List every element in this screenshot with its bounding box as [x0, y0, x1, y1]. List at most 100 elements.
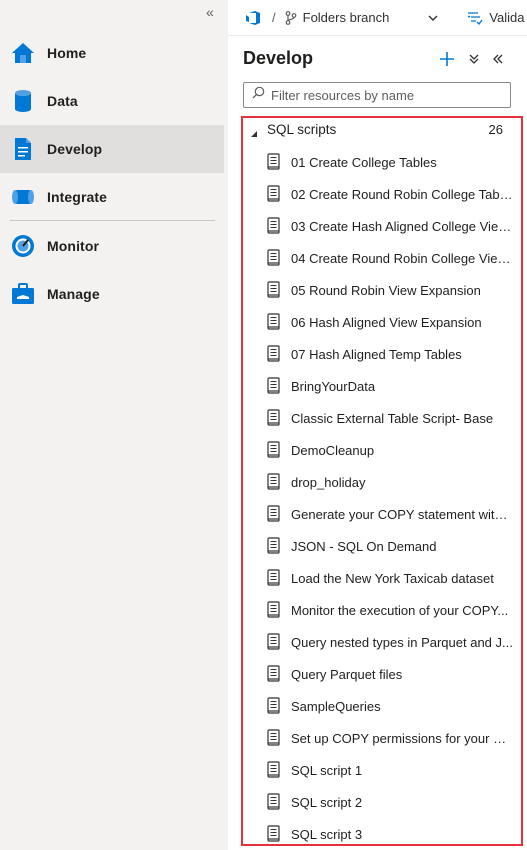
sql-script-name: Load the New York Taxicab dataset [291, 570, 494, 586]
sql-script-name: Set up COPY permissions for your us... [291, 730, 513, 746]
nav-item-integrate[interactable]: Integrate [0, 173, 224, 221]
list-item[interactable]: 03 Create Hash Aligned College Views [264, 210, 519, 242]
sql-script-name: 02 Create Round Robin College Tables [291, 186, 513, 202]
sql-script-icon [267, 249, 283, 267]
validate-button-label[interactable]: Valida [489, 10, 524, 25]
sql-script-icon [267, 825, 283, 843]
sql-script-icon [267, 473, 283, 491]
chevron-down-icon[interactable] [427, 12, 439, 24]
collapse-panel-button[interactable] [489, 50, 507, 68]
list-item[interactable]: Generate your COPY statement with ... [264, 498, 519, 530]
sql-script-icon [267, 537, 283, 555]
sql-script-name: Monitor the execution of your COPY... [291, 602, 509, 618]
sql-script-name: 01 Create College Tables [291, 154, 437, 170]
list-item[interactable]: SQL script 2 [264, 786, 519, 818]
sql-script-icon [267, 377, 283, 395]
section-title: SQL scripts [267, 121, 337, 137]
nav-item-label: Home [47, 45, 87, 61]
nav-item-label: Manage [47, 286, 100, 302]
list-item[interactable]: Classic External Table Script- Base [264, 402, 519, 434]
list-item[interactable]: Monitor the execution of your COPY... [264, 594, 519, 626]
sql-script-icon [267, 313, 283, 331]
sql-script-icon [267, 697, 283, 715]
nav-item-data[interactable]: Data [0, 77, 224, 125]
sql-script-icon [267, 729, 283, 747]
nav-item-label: Monitor [47, 238, 100, 254]
sql-script-name: DemoCleanup [291, 442, 375, 458]
sql-script-name: Query Parquet files [291, 666, 403, 682]
list-item[interactable]: SampleQueries [264, 690, 519, 722]
sql-script-name: 07 Hash Aligned Temp Tables [291, 346, 462, 362]
caret-down-icon[interactable] [250, 125, 258, 137]
list-item[interactable]: 01 Create College Tables [264, 146, 519, 178]
nav-item-home[interactable]: Home [0, 29, 224, 77]
nav-item-label: Integrate [47, 189, 108, 205]
branch-icon [285, 10, 297, 25]
breadcrumb: / Folders branch Valida [228, 0, 527, 36]
add-resource-button[interactable] [438, 50, 456, 68]
list-item[interactable]: 05 Round Robin View Expansion [264, 274, 519, 306]
search-icon [252, 86, 265, 104]
list-item[interactable]: Load the New York Taxicab dataset [264, 562, 519, 594]
home-icon [10, 40, 36, 66]
sql-script-icon [267, 185, 283, 203]
branch-selector-label[interactable]: Folders branch [303, 10, 390, 25]
section-count-badge: 26 [488, 121, 503, 137]
azure-devops-icon[interactable] [245, 10, 261, 26]
sql-script-icon [267, 281, 283, 299]
sql-script-name: drop_holiday [291, 474, 366, 490]
sql-script-name: SampleQueries [291, 698, 381, 714]
collapse-nav-button[interactable]: « [206, 4, 214, 20]
sql-script-name: Classic External Table Script- Base [291, 410, 494, 426]
list-item[interactable]: Query Parquet files [264, 658, 519, 690]
nav-separator [10, 220, 215, 221]
sql-script-icon [267, 409, 283, 427]
nav-item-label: Data [47, 93, 78, 109]
list-item[interactable]: Set up COPY permissions for your us... [264, 722, 519, 754]
list-item[interactable]: 06 Hash Aligned View Expansion [264, 306, 519, 338]
sql-script-icon [267, 601, 283, 619]
sql-script-icon [267, 793, 283, 811]
sql-script-name: SQL script 1 [291, 762, 363, 778]
left-nav: « Home Data Develop Integrate Monitor Ma… [0, 0, 224, 850]
list-item[interactable]: JSON - SQL On Demand [264, 530, 519, 562]
list-item[interactable]: 04 Create Round Robin College Views [264, 242, 519, 274]
filter-input[interactable] [271, 87, 501, 103]
list-item[interactable]: SQL script 1 [264, 754, 519, 786]
sql-script-icon [267, 569, 283, 587]
list-item[interactable]: drop_holiday [264, 466, 519, 498]
sql-script-icon [267, 505, 283, 523]
sql-script-name: BringYourData [291, 378, 376, 394]
sql-script-name: 05 Round Robin View Expansion [291, 282, 481, 298]
list-item[interactable]: DemoCleanup [264, 434, 519, 466]
sql-script-name: Query nested types in Parquet and J... [291, 634, 513, 650]
nav-item-manage[interactable]: Manage [0, 270, 224, 318]
nav-item-label: Develop [47, 141, 103, 157]
expand-all-button[interactable] [465, 50, 483, 68]
develop-icon [10, 136, 36, 162]
sql-script-icon [267, 665, 283, 683]
sql-script-icon [267, 345, 283, 363]
list-item[interactable]: Query nested types in Parquet and J... [264, 626, 519, 658]
sql-script-icon [267, 217, 283, 235]
sql-script-name: 04 Create Round Robin College Views [291, 250, 513, 266]
integrate-icon [10, 184, 36, 210]
list-item[interactable]: 02 Create Round Robin College Tables [264, 178, 519, 210]
sql-script-icon [267, 633, 283, 651]
panel-divider [224, 0, 228, 850]
sql-script-name: SQL script 3 [291, 826, 363, 842]
sql-script-icon [267, 761, 283, 779]
manage-icon [10, 281, 36, 307]
list-item[interactable]: BringYourData [264, 370, 519, 402]
nav-item-monitor[interactable]: Monitor [0, 222, 224, 270]
sql-scripts-section-header[interactable]: SQL scripts 26 [246, 118, 511, 140]
monitor-icon [10, 233, 36, 259]
sql-script-icon [267, 441, 283, 459]
sql-script-name: 03 Create Hash Aligned College Views [291, 218, 513, 234]
list-item[interactable]: SQL script 3 [264, 818, 519, 844]
validate-icon[interactable] [467, 11, 483, 25]
sql-script-name: SQL script 2 [291, 794, 363, 810]
sql-script-name: JSON - SQL On Demand [291, 538, 437, 554]
list-item[interactable]: 07 Hash Aligned Temp Tables [264, 338, 519, 370]
nav-item-develop[interactable]: Develop [0, 125, 224, 173]
